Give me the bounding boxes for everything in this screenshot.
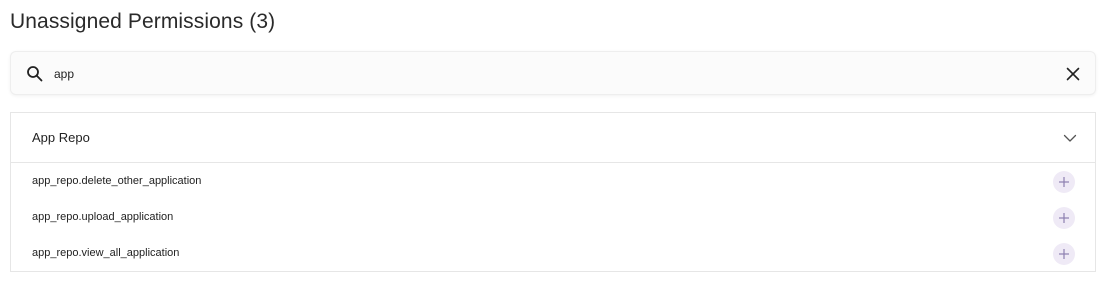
permission-label: app_repo.view_all_application: [32, 247, 180, 259]
plus-icon: [1059, 213, 1069, 223]
permission-label: app_repo.delete_other_application: [32, 175, 202, 187]
list-item: app_repo.view_all_application: [11, 236, 1095, 272]
permission-label: app_repo.upload_application: [32, 211, 174, 223]
permission-group-panel: App Repo app_repo.delete_other_applicati…: [10, 112, 1096, 272]
plus-icon: [1059, 249, 1069, 259]
group-title: App Repo: [32, 130, 90, 145]
list-item: app_repo.upload_application: [11, 200, 1095, 236]
add-permission-button[interactable]: [1053, 243, 1075, 265]
search-input[interactable]: [54, 63, 1034, 85]
add-permission-button[interactable]: [1053, 207, 1075, 229]
plus-icon: [1059, 177, 1069, 187]
page-title: Unassigned Permissions (3): [10, 10, 276, 33]
chevron-down-icon[interactable]: [1063, 131, 1077, 145]
search-bar: [10, 51, 1096, 95]
add-permission-button[interactable]: [1053, 171, 1075, 193]
list-item: app_repo.delete_other_application: [11, 164, 1095, 200]
group-header-app-repo[interactable]: App Repo: [11, 113, 1095, 163]
permission-list: app_repo.delete_other_application app_re…: [11, 164, 1095, 272]
close-icon[interactable]: [1064, 65, 1082, 83]
search-icon: [26, 65, 44, 83]
